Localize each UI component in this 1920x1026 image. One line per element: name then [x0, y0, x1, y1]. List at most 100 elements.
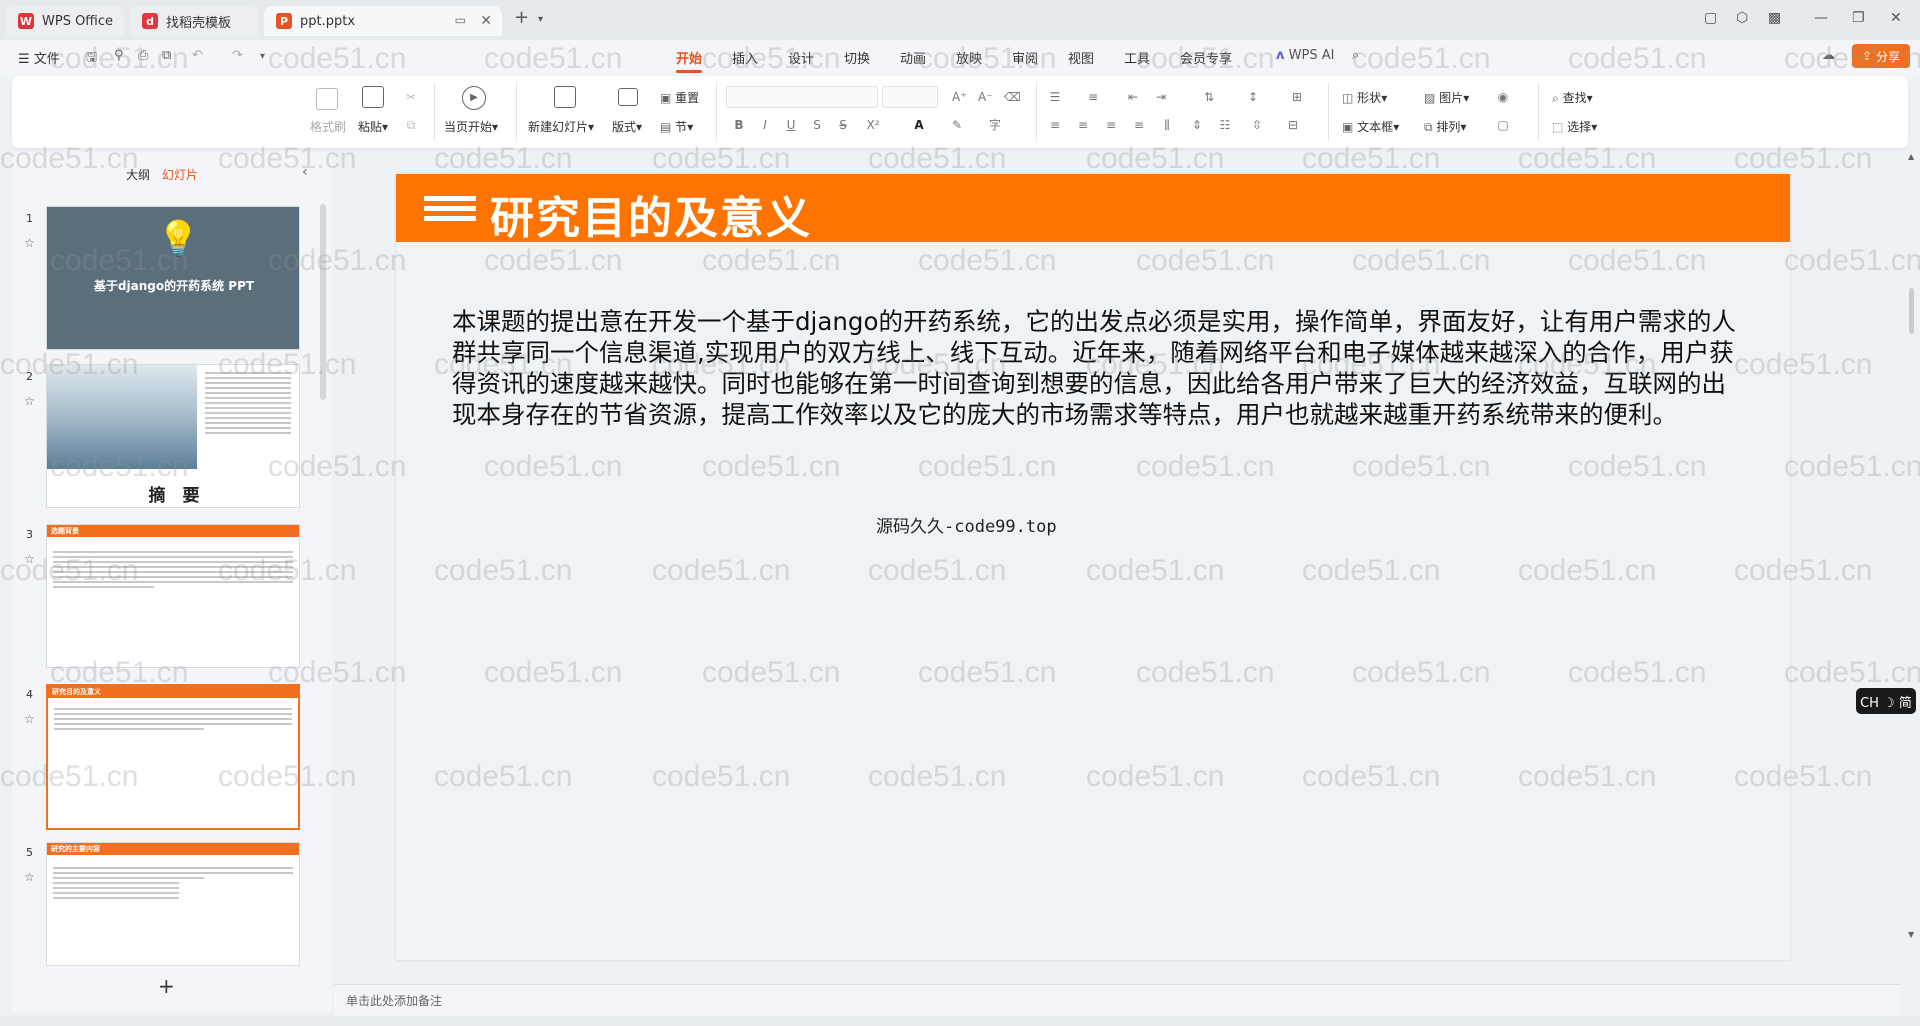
- copy-icon[interactable]: ⧉: [404, 118, 418, 132]
- picture-button[interactable]: ▨ 图片▾: [1424, 89, 1469, 106]
- new-slide-button[interactable]: 新建幻灯片▾: [528, 118, 594, 135]
- close-window-icon[interactable]: ✕: [1890, 10, 1902, 26]
- columns-icon[interactable]: ⇕: [1190, 118, 1204, 132]
- pin-icon[interactable]: ⚲: [114, 48, 124, 63]
- layout-icon[interactable]: ▢: [1704, 10, 1717, 26]
- font-color-icon[interactable]: A: [912, 118, 926, 132]
- save-icon[interactable]: 🖫: [86, 48, 97, 70]
- font-family-select[interactable]: [726, 86, 878, 108]
- italic-icon[interactable]: I: [758, 118, 772, 132]
- align-center-icon[interactable]: ≡: [1076, 118, 1090, 132]
- tab-docer[interactable]: d 找稻壳模板: [130, 6, 258, 36]
- section-button[interactable]: ▤ 节▾: [660, 118, 693, 135]
- font-size-select[interactable]: [882, 86, 938, 108]
- panel-scrollbar[interactable]: [320, 204, 326, 400]
- arrange-button[interactable]: ⧉ 排列▾: [1424, 118, 1466, 135]
- menu-insert[interactable]: 插入: [732, 48, 758, 67]
- menu-member[interactable]: 会员专享: [1180, 48, 1232, 67]
- notes-pane[interactable]: 单击此处添加备注: [334, 984, 1900, 1016]
- add-slide-button[interactable]: +: [158, 974, 175, 998]
- format-painter-button[interactable]: 格式刷: [310, 118, 346, 135]
- scrollbar-thumb[interactable]: [1909, 288, 1914, 334]
- wps-ai-button[interactable]: ʌ WPS AI: [1276, 48, 1334, 63]
- cloud-icon[interactable]: ☁: [1822, 48, 1835, 63]
- outline-icon[interactable]: ▢: [1496, 118, 1510, 132]
- menu-design[interactable]: 设计: [788, 48, 814, 67]
- text-direction-icon[interactable]: ⇅: [1202, 90, 1216, 104]
- ime-badge[interactable]: CH ☽ 简: [1856, 688, 1916, 714]
- search-icon[interactable]: ⌕: [1352, 48, 1359, 63]
- minimize-icon[interactable]: —: [1814, 10, 1828, 26]
- paste-button[interactable]: 粘贴▾: [358, 118, 388, 135]
- align-text-icon[interactable]: ⇳: [1250, 118, 1264, 132]
- shape-button[interactable]: ◫ 形状▾: [1342, 89, 1387, 106]
- layout-button[interactable]: 版式▾: [612, 118, 642, 135]
- menu-review[interactable]: 审阅: [1012, 48, 1038, 67]
- scroll-down-icon[interactable]: ▼: [1908, 930, 1914, 939]
- align-right-icon[interactable]: ≡: [1104, 118, 1118, 132]
- slide-canvas[interactable]: 研究目的及意义 本课题的提出意在开发一个基于django的开药系统，它的出发点必…: [396, 174, 1790, 960]
- scroll-up-icon[interactable]: ▲: [1908, 152, 1914, 161]
- slide-thumbnail-4[interactable]: 研究目的及意义: [46, 684, 300, 830]
- star-icon[interactable]: ☆: [24, 712, 35, 726]
- tab-ppt-file[interactable]: P ppt.pptx ▭ ✕: [264, 6, 502, 36]
- distribute-icon[interactable]: ⫼: [1160, 118, 1174, 132]
- underline-icon[interactable]: U: [784, 118, 798, 132]
- star-icon[interactable]: ☆: [24, 236, 35, 250]
- menu-view[interactable]: 视图: [1068, 48, 1094, 67]
- menu-transition[interactable]: 切换: [844, 48, 870, 67]
- cut-icon[interactable]: ✂: [404, 90, 418, 104]
- close-tab-icon[interactable]: ✕: [480, 13, 492, 29]
- file-menu[interactable]: ☰ 文件: [18, 48, 60, 67]
- tab-outline[interactable]: 大纲: [126, 166, 150, 183]
- text-shadow-icon[interactable]: S: [810, 118, 824, 132]
- decrease-indent-icon[interactable]: ⇤: [1126, 90, 1140, 104]
- star-icon[interactable]: ☆: [24, 394, 35, 408]
- cube-icon[interactable]: ⬡: [1736, 10, 1748, 26]
- bold-icon[interactable]: B: [732, 118, 746, 132]
- star-icon[interactable]: ☆: [24, 870, 35, 884]
- superscript-icon[interactable]: X²: [866, 118, 880, 132]
- tab-slides[interactable]: 幻灯片: [162, 166, 198, 183]
- align-left-icon[interactable]: ≡: [1048, 118, 1062, 132]
- char-spacing-icon[interactable]: 字: [988, 118, 1002, 132]
- strikethrough-icon[interactable]: S: [836, 118, 850, 132]
- increase-indent-icon[interactable]: ⇥: [1154, 90, 1168, 104]
- vertical-scrollbar[interactable]: ▲ ▼: [1908, 152, 1916, 1012]
- share-button[interactable]: ⇪ 分享: [1852, 44, 1910, 68]
- slide-title[interactable]: 研究目的及意义: [490, 182, 812, 246]
- decrease-font-icon[interactable]: A⁻: [978, 90, 993, 104]
- undo-icon[interactable]: ↶: [192, 48, 203, 63]
- menu-tools[interactable]: 工具: [1124, 48, 1150, 67]
- print-preview-icon[interactable]: ⧉: [162, 48, 171, 63]
- reset-button[interactable]: ▣ 重置: [660, 89, 699, 106]
- menu-animation[interactable]: 动画: [900, 48, 926, 67]
- new-tab-icon[interactable]: +: [514, 7, 529, 28]
- menu-home[interactable]: 开始: [676, 48, 703, 73]
- slide-thumbnail-5[interactable]: 研究的主要内容: [46, 842, 300, 966]
- select-button[interactable]: ⬚ 选择▾: [1552, 118, 1597, 135]
- chevron-down-icon[interactable]: ▾: [538, 14, 543, 25]
- play-from-current-button[interactable]: 当页开始▾: [444, 118, 498, 135]
- fill-icon[interactable]: ◉: [1496, 90, 1510, 104]
- clear-format-icon[interactable]: ⌫: [1004, 90, 1021, 104]
- textbox-button[interactable]: ▣ 文本框▾: [1342, 118, 1399, 135]
- slide-body-text[interactable]: 本课题的提出意在开发一个基于django的开药系统，它的出发点必须是实用，操作简…: [452, 306, 1742, 430]
- avatar-icon[interactable]: ▩: [1768, 10, 1781, 26]
- window-icon[interactable]: ▭: [455, 13, 466, 27]
- line-spacing-icon[interactable]: ↕: [1246, 90, 1260, 104]
- print-icon[interactable]: ⎙: [138, 48, 148, 63]
- redo-icon[interactable]: ↷: [232, 48, 243, 63]
- slide-thumbnail-3[interactable]: 选题背景: [46, 524, 300, 668]
- increase-font-icon[interactable]: A⁺: [952, 90, 967, 104]
- bullet-list-icon[interactable]: ☰: [1048, 90, 1062, 104]
- quick-access-dropdown-icon[interactable]: ▾: [260, 51, 265, 62]
- slide-thumbnail-2[interactable]: 摘 要: [46, 364, 300, 508]
- justify-icon[interactable]: ≡: [1132, 118, 1146, 132]
- text-box-fit-icon[interactable]: ⊟: [1286, 118, 1300, 132]
- slide-source-text[interactable]: 源码久久-code99.top: [876, 512, 1057, 537]
- para-spacing-icon[interactable]: ☷: [1218, 118, 1232, 132]
- highlight-icon[interactable]: ✎: [950, 118, 964, 132]
- find-button[interactable]: ⌕ 查找▾: [1552, 89, 1593, 106]
- restore-icon[interactable]: ❐: [1852, 10, 1865, 26]
